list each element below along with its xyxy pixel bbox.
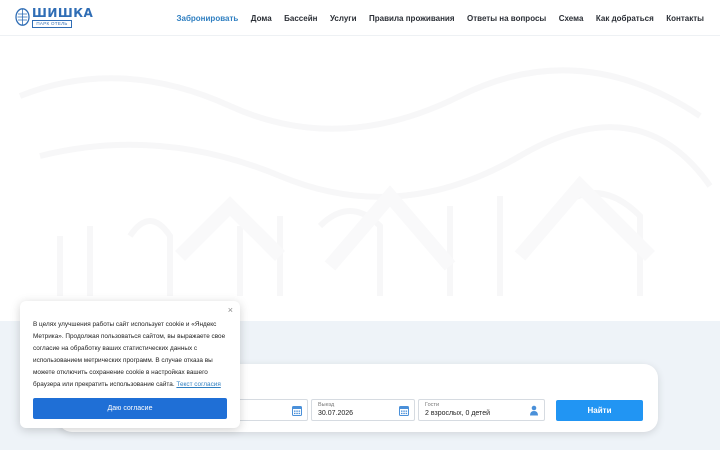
nav-item-services[interactable]: Услуги [330, 14, 357, 23]
nav-item-faq[interactable]: Ответы на вопросы [467, 14, 546, 23]
nav-item-contacts[interactable]: Контакты [666, 14, 704, 23]
consent-text-link[interactable]: Текст согласия [176, 381, 220, 388]
calendar-icon [292, 406, 302, 416]
nav-item-rules[interactable]: Правила проживания [369, 14, 454, 23]
person-icon [530, 405, 538, 416]
logo-subtitle: ПАРК ОТЕЛЬ [32, 20, 72, 28]
nav-item-book[interactable]: Забронировать [177, 14, 239, 23]
search-button[interactable]: Найти [556, 400, 643, 421]
hero-background-image [18, 67, 713, 296]
cookie-message: В целях улучшения работы сайт использует… [33, 321, 226, 389]
close-icon[interactable]: × [228, 305, 233, 315]
calendar-icon [399, 406, 409, 416]
guests-label: Гости [425, 402, 440, 408]
main-nav: Забронировать Дома Бассейн Услуги Правил… [164, 0, 705, 36]
nav-item-houses[interactable]: Дома [251, 14, 272, 23]
nav-item-directions[interactable]: Как добраться [596, 14, 654, 23]
site-header: ШИШКА ПАРК ОТЕЛЬ Забронировать Дома Басс… [0, 0, 720, 36]
hero-banner [0, 36, 720, 321]
guests-field[interactable]: Гости 2 взрослых, 0 детей [418, 399, 545, 421]
guests-value: 2 взрослых, 0 детей [425, 410, 490, 417]
logo-title: ШИШКА [32, 6, 94, 20]
nav-item-map[interactable]: Схема [559, 14, 584, 23]
cookie-text: В целях улучшения работы сайт использует… [33, 319, 229, 392]
checkout-value: 30.07.2026 [318, 410, 354, 417]
logo[interactable]: ШИШКА ПАРК ОТЕЛЬ [15, 6, 93, 30]
pinecone-icon [15, 8, 30, 26]
checkout-field[interactable]: Выезд 30.07.2026 [311, 399, 415, 421]
checkout-label: Выезд [318, 402, 335, 408]
nav-item-pool[interactable]: Бассейн [284, 14, 317, 23]
accept-cookies-button[interactable]: Даю согласие [33, 398, 227, 419]
cookie-consent-popup: × В целях улучшения работы сайт использу… [20, 301, 240, 428]
